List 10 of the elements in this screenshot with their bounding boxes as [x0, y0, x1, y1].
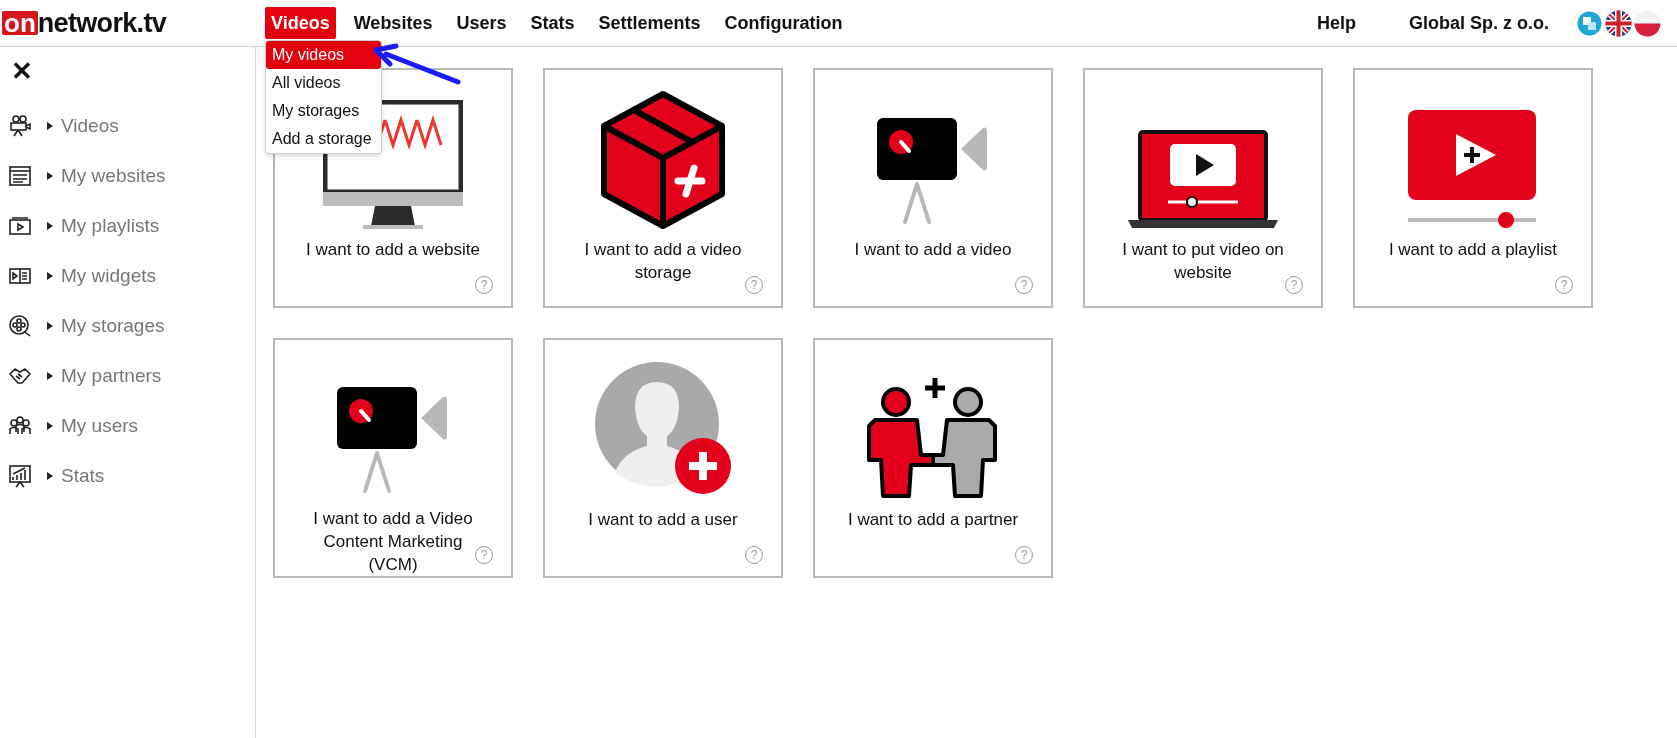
tile-label: I want to add a user — [588, 509, 738, 531]
tile-label: I want to add a video storage — [583, 239, 743, 284]
tile-label: I want to add a website — [306, 239, 480, 261]
tile-label: I want to put video on website — [1121, 239, 1285, 284]
tile-label: I want to add a Video Content Marketing (VCM) — [312, 508, 474, 576]
tile-label: I want to add a video — [854, 239, 1012, 261]
logo-badge: on — [2, 11, 38, 35]
tile-label: I want to add a playlist — [1388, 239, 1558, 261]
logo-text: network.tv — [37, 9, 167, 37]
tile-label: I want to add a partner — [847, 509, 1019, 531]
